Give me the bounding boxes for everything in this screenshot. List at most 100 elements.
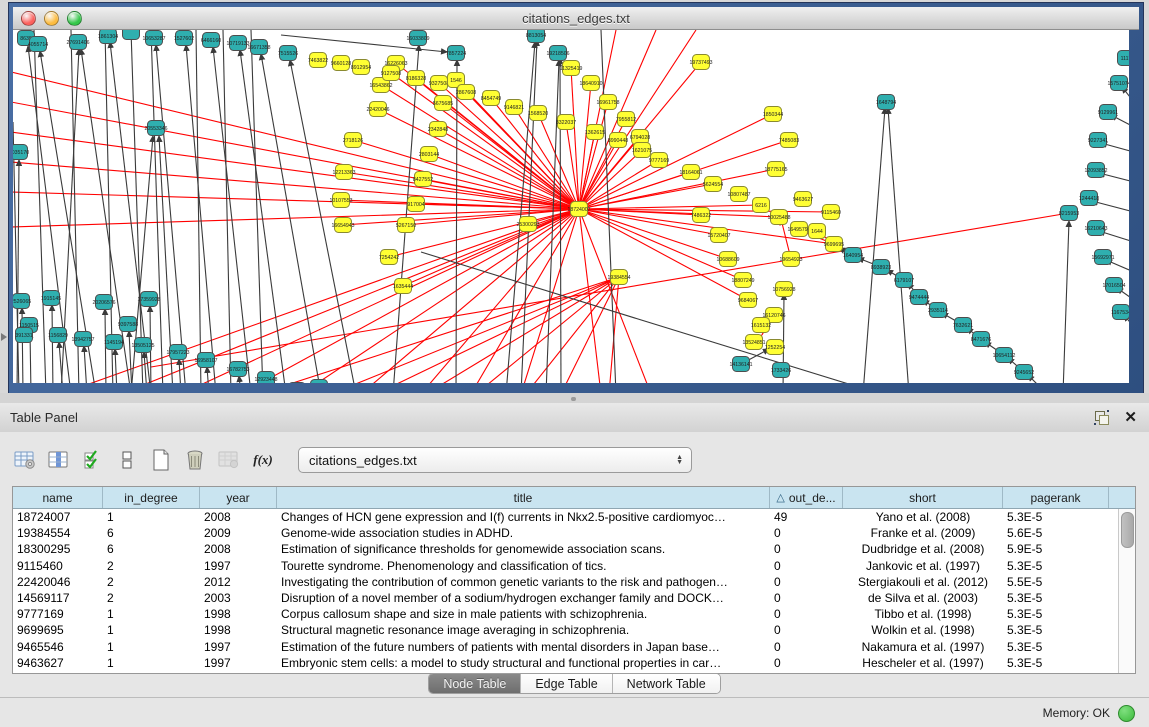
graph-edge[interactable] bbox=[239, 376, 241, 383]
graph-node[interactable]: 7857224 bbox=[446, 46, 466, 61]
graph-node[interactable]: 19737493 bbox=[689, 55, 712, 70]
table-cell[interactable]: 2 bbox=[103, 559, 200, 573]
tab-edge-table[interactable]: Edge Table bbox=[521, 674, 612, 693]
graph-node[interactable]: 8912954 bbox=[351, 60, 371, 75]
graph-edge[interactable] bbox=[438, 129, 579, 209]
graph-node[interactable]: 1362615 bbox=[585, 125, 605, 140]
close-panel-icon[interactable]: ✕ bbox=[1124, 411, 1137, 425]
graph-node[interactable]: 2342848 bbox=[428, 122, 448, 137]
graph-edge[interactable] bbox=[376, 277, 619, 383]
graph-node[interactable]: 13505125 bbox=[131, 338, 154, 353]
table-cell[interactable]: 0 bbox=[770, 575, 843, 589]
tab-network-table[interactable]: Network Table bbox=[613, 674, 720, 693]
table-row[interactable]: 911546021997Tourette syndrome. Phenomeno… bbox=[13, 558, 1119, 574]
graph-node[interactable]: 1145194 bbox=[104, 335, 124, 350]
scrollbar-thumb[interactable] bbox=[1121, 512, 1134, 548]
graph-node[interactable]: 1167534 bbox=[1111, 305, 1129, 320]
table-cell[interactable]: 1 bbox=[103, 640, 200, 654]
graph-edge[interactable] bbox=[223, 30, 231, 383]
graph-edge[interactable] bbox=[151, 30, 163, 383]
graph-node[interactable]: 1635444 bbox=[393, 279, 413, 294]
graph-node[interactable]: 1156829 bbox=[48, 328, 68, 343]
graph-node[interactable]: 19654923 bbox=[779, 252, 802, 267]
graph-node[interactable]: 16671358 bbox=[247, 40, 270, 55]
table-cell[interactable]: 1998 bbox=[200, 623, 277, 637]
table-cell[interactable]: Nakamura et al. (1997) bbox=[843, 640, 1003, 654]
table-cell[interactable]: Disruption of a novel member of a sodium… bbox=[277, 591, 770, 605]
graph-node[interactable]: 15751074 bbox=[1107, 76, 1129, 91]
table-row[interactable]: 969969511998Structural magnetic resonanc… bbox=[13, 622, 1119, 638]
graph-node[interactable]: 25300293 bbox=[516, 217, 539, 232]
graph-node[interactable]: 2935114 bbox=[928, 303, 948, 318]
table-cell[interactable]: 1997 bbox=[200, 656, 277, 670]
table-cell[interactable]: Corpus callosum shape and size in male p… bbox=[277, 607, 770, 621]
select-column-icon[interactable] bbox=[46, 448, 72, 472]
column-header-in-degree[interactable]: in_degree bbox=[103, 487, 200, 508]
table-cell[interactable]: 5.3E-5 bbox=[1003, 510, 1109, 524]
graph-node[interactable]: 5624554 bbox=[703, 177, 723, 192]
graph-node[interactable]: 18164061 bbox=[679, 165, 702, 180]
graph-node[interactable]: 20553346 bbox=[144, 121, 167, 136]
table-cell[interactable]: 0 bbox=[770, 623, 843, 637]
graph-edge[interactable] bbox=[1063, 221, 1069, 383]
graph-edge[interactable] bbox=[13, 192, 579, 209]
graph-node[interactable]: 18640910 bbox=[579, 76, 602, 91]
graph-node[interactable]: 7254242 bbox=[379, 250, 399, 265]
table-cell[interactable]: Tourette syndrome. Phenomenology and cla… bbox=[277, 559, 770, 573]
graph-node[interactable]: 16782753 bbox=[226, 362, 249, 377]
table-cell[interactable]: 5.3E-5 bbox=[1003, 640, 1109, 654]
network-canvas[interactable]: 8639405571427691406186130410653287152760… bbox=[13, 30, 1129, 383]
table-cell[interactable]: 9115460 bbox=[13, 559, 103, 573]
table-cell[interactable]: 0 bbox=[770, 559, 843, 573]
graph-node[interactable]: 9463627 bbox=[793, 192, 813, 207]
graph-node[interactable]: 9127508 bbox=[381, 66, 401, 81]
table-cell[interactable]: Wolkin et al. (1998) bbox=[843, 623, 1003, 637]
table-row[interactable]: 977716911998Corpus callosum shape and si… bbox=[13, 606, 1119, 622]
graph-node[interactable]: 9146821 bbox=[504, 100, 524, 115]
table-row[interactable]: 1830029562008Estimation of significance … bbox=[13, 541, 1119, 557]
graph-node[interactable]: 1850344 bbox=[763, 107, 783, 122]
table-settings-icon[interactable] bbox=[12, 448, 38, 472]
graph-node[interactable]: 12923448 bbox=[254, 372, 277, 384]
graph-edge[interactable] bbox=[52, 305, 53, 383]
table-row[interactable]: 1872400712008Changes of HCN gene express… bbox=[13, 509, 1119, 525]
table-cell[interactable]: 5.3E-5 bbox=[1003, 591, 1109, 605]
graph-edge[interactable] bbox=[579, 205, 761, 209]
column-header-title[interactable]: title bbox=[277, 487, 770, 508]
graph-node[interactable]: 6466160 bbox=[201, 33, 221, 48]
table-cell[interactable]: 5.5E-5 bbox=[1003, 575, 1109, 589]
graph-node[interactable]: 10654112 bbox=[993, 348, 1016, 363]
graph-node[interactable]: 1648794 bbox=[876, 95, 896, 110]
function-builder-icon[interactable]: f(x) bbox=[250, 448, 276, 472]
table-row[interactable]: 946362711997Embryonic stem cells: a mode… bbox=[13, 655, 1119, 671]
table-cell[interactable]: 1 bbox=[103, 607, 200, 621]
table-cell[interactable]: 19384554 bbox=[13, 526, 103, 540]
graph-node[interactable]: 9397588 bbox=[118, 317, 138, 332]
graph-node[interactable]: 1117 bbox=[1118, 51, 1130, 66]
table-cell[interactable]: Estimation of significance thresholds fo… bbox=[277, 542, 770, 556]
graph-edge[interactable] bbox=[13, 209, 579, 227]
table-cell[interactable]: 0 bbox=[770, 640, 843, 654]
graph-node[interactable]: 16654943 bbox=[331, 218, 354, 233]
table-cell[interactable]: 9699695 bbox=[13, 623, 103, 637]
table-row[interactable]: 946554611997Estimation of the future num… bbox=[13, 639, 1119, 655]
table-cell[interactable]: Changes of HCN gene expression and I(f) … bbox=[277, 510, 770, 524]
table-cell[interactable]: Franke et al. (2009) bbox=[843, 526, 1003, 540]
row-height-icon[interactable] bbox=[114, 448, 140, 472]
graph-edge[interactable] bbox=[259, 277, 619, 383]
graph-edge[interactable] bbox=[579, 102, 608, 209]
network-window-titlebar[interactable]: citations_edges.txt bbox=[13, 7, 1139, 30]
graph-node[interactable]: 18724007 bbox=[567, 202, 590, 217]
graph-node[interactable]: 7463822 bbox=[308, 53, 328, 68]
table-cell[interactable]: Dudbridge et al. (2008) bbox=[843, 542, 1003, 556]
graph-node[interactable]: 9245012 bbox=[309, 380, 329, 384]
graph-node[interactable]: 9327508 bbox=[429, 76, 449, 91]
table-cell[interactable]: 2 bbox=[103, 575, 200, 589]
column-header-year[interactable]: year bbox=[200, 487, 277, 508]
graph-node[interactable]: 8813054 bbox=[526, 30, 546, 43]
graph-node[interactable]: 8471676 bbox=[971, 332, 991, 347]
table-cell[interactable]: 2 bbox=[103, 591, 200, 605]
table-cell[interactable]: de Silva et al. (2003) bbox=[843, 591, 1003, 605]
graph-node[interactable]: 1915145 bbox=[41, 291, 61, 306]
graph-node[interactable]: 12213363 bbox=[332, 165, 355, 180]
